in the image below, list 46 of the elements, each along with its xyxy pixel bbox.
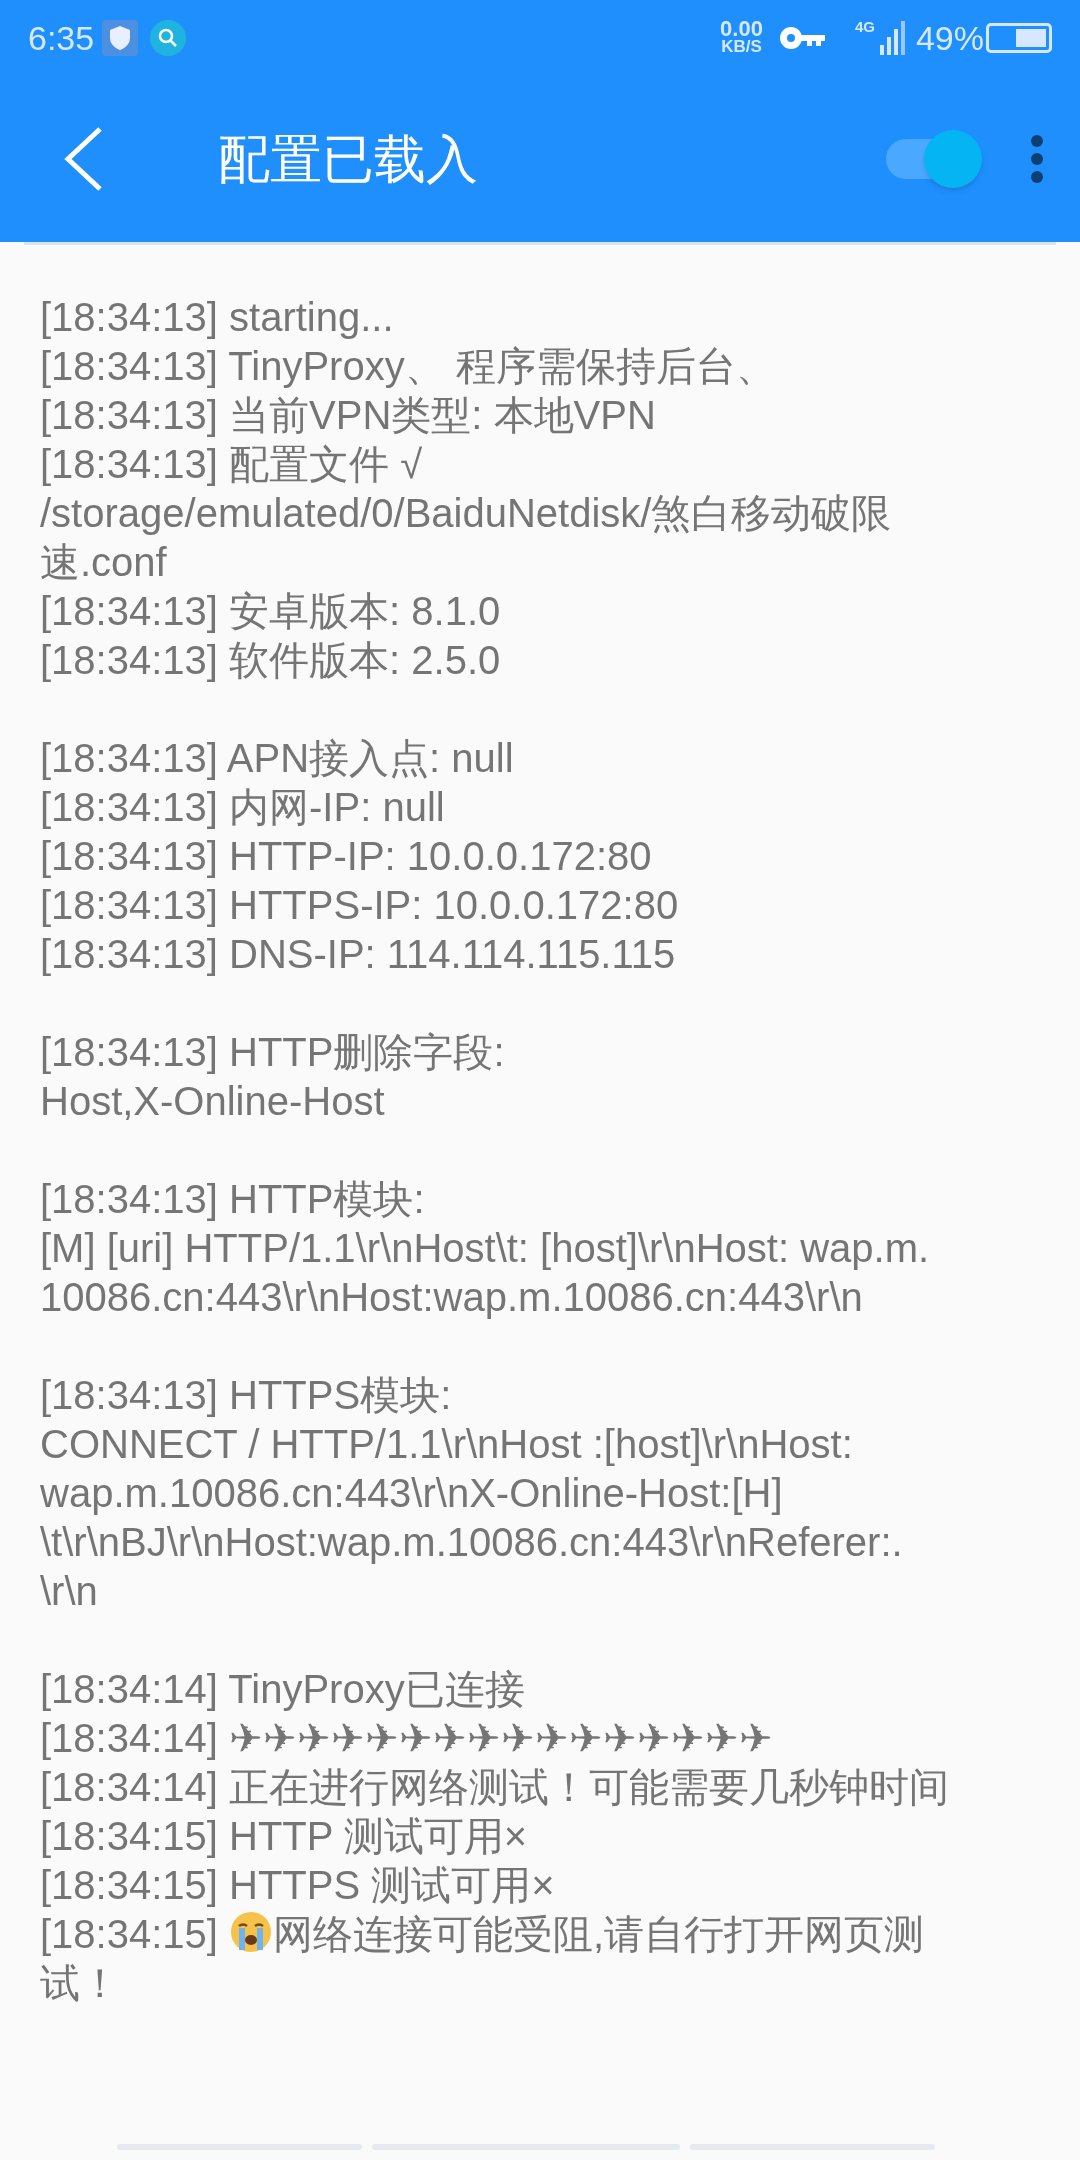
status-time: 6:35 [28, 17, 95, 59]
search-icon [150, 20, 187, 56]
log-line: [18:34:14] 正在进行网络测试！可能需要几秒钟时间 [40, 1764, 950, 1811]
log-line: [18:34:13] 当前VPN类型: 本地VPN [40, 392, 656, 439]
log-line: /storage/emulated/0/BaiduNetdisk/煞白移动破限 [40, 490, 892, 537]
log-line: [18:34:13] HTTP删除字段: [40, 1029, 505, 1076]
log-line: [18:34:13] starting... [40, 294, 394, 341]
log-line: Host,X-Online-Host [40, 1078, 385, 1125]
key-icon [778, 26, 827, 50]
shield-icon [102, 20, 139, 56]
net-speed-unit: KB/S [721, 38, 762, 56]
battery-percent: 49% [915, 17, 984, 59]
log-line: [18:34:13] HTTP模块: [40, 1176, 425, 1223]
log-line: CONNECT / HTTP/1.1\r\nHost :[host]\r\nHost: [40, 1421, 853, 1468]
log-line: \t\r\nBJ\r\nHost:wap.m.10086.cn:443\r\nReferer:. [40, 1519, 903, 1566]
log-line: [18:34:13] 内网-IP: null [40, 784, 445, 831]
net-speed: 0.00 [720, 20, 763, 38]
network-type: 4G [854, 19, 875, 34]
toggle-switch[interactable] [886, 130, 982, 188]
log-line: [18:34:13] HTTPS-IP: 10.0.0.172:80 [40, 882, 679, 929]
back-icon[interactable] [62, 125, 104, 193]
log-line: [18:34:13] HTTPS模块: [40, 1372, 452, 1419]
log-line: [18:34:13] 软件版本: 2.5.0 [40, 637, 501, 684]
log-line: [18:34:15] [40, 1912, 219, 1956]
more-options-icon[interactable] [1030, 134, 1044, 184]
log-line: [18:34:13] 安卓版本: 8.1.0 [40, 588, 501, 635]
crying-face-icon [229, 1910, 274, 1954]
log-line: 试！ [40, 1960, 120, 2007]
log-line: 速.conf [40, 539, 167, 586]
battery-icon [986, 23, 1052, 53]
log-line: [18:34:13] HTTP-IP: 10.0.0.172:80 [40, 833, 652, 880]
log-line: [18:34:13] 配置文件 √ [40, 441, 423, 488]
log-line: [18:34:15] HTTP 测试可用× [40, 1813, 528, 1860]
signal-icon [877, 19, 908, 57]
log-line: wap.m.10086.cn:443\r\nX-Online-Host:[H] [40, 1470, 783, 1517]
log-line: [18:34:15] HTTPS 测试可用× [40, 1862, 555, 1909]
log-line: [M] [uri] HTTP/1.1\r\nHost\t: [host]\r\nHost: wap.m. [40, 1225, 930, 1272]
log-line: [18:34:13] APN接入点: null [40, 735, 514, 782]
log-line: 10086.cn:443\r\nHost:wap.m.10086.cn:443\r\n [40, 1274, 863, 1321]
log-line: [18:34:13] DNS-IP: 114.114.115.115 [40, 931, 676, 978]
log-line: [18:34:13] TinyProxy、 程序需保持后台、 [40, 343, 776, 390]
page-title: 配置已载入 [218, 129, 478, 190]
log-line: [18:34:14] TinyProxy已连接 [40, 1666, 525, 1713]
log-line: 网络连接可能受阻,请自行打开网页测 [273, 1912, 925, 1956]
log-line: \r\n [40, 1568, 98, 1615]
log-line: [18:34:14] ✈✈✈✈✈✈✈✈✈✈✈✈✈✈✈✈ [40, 1715, 774, 1762]
